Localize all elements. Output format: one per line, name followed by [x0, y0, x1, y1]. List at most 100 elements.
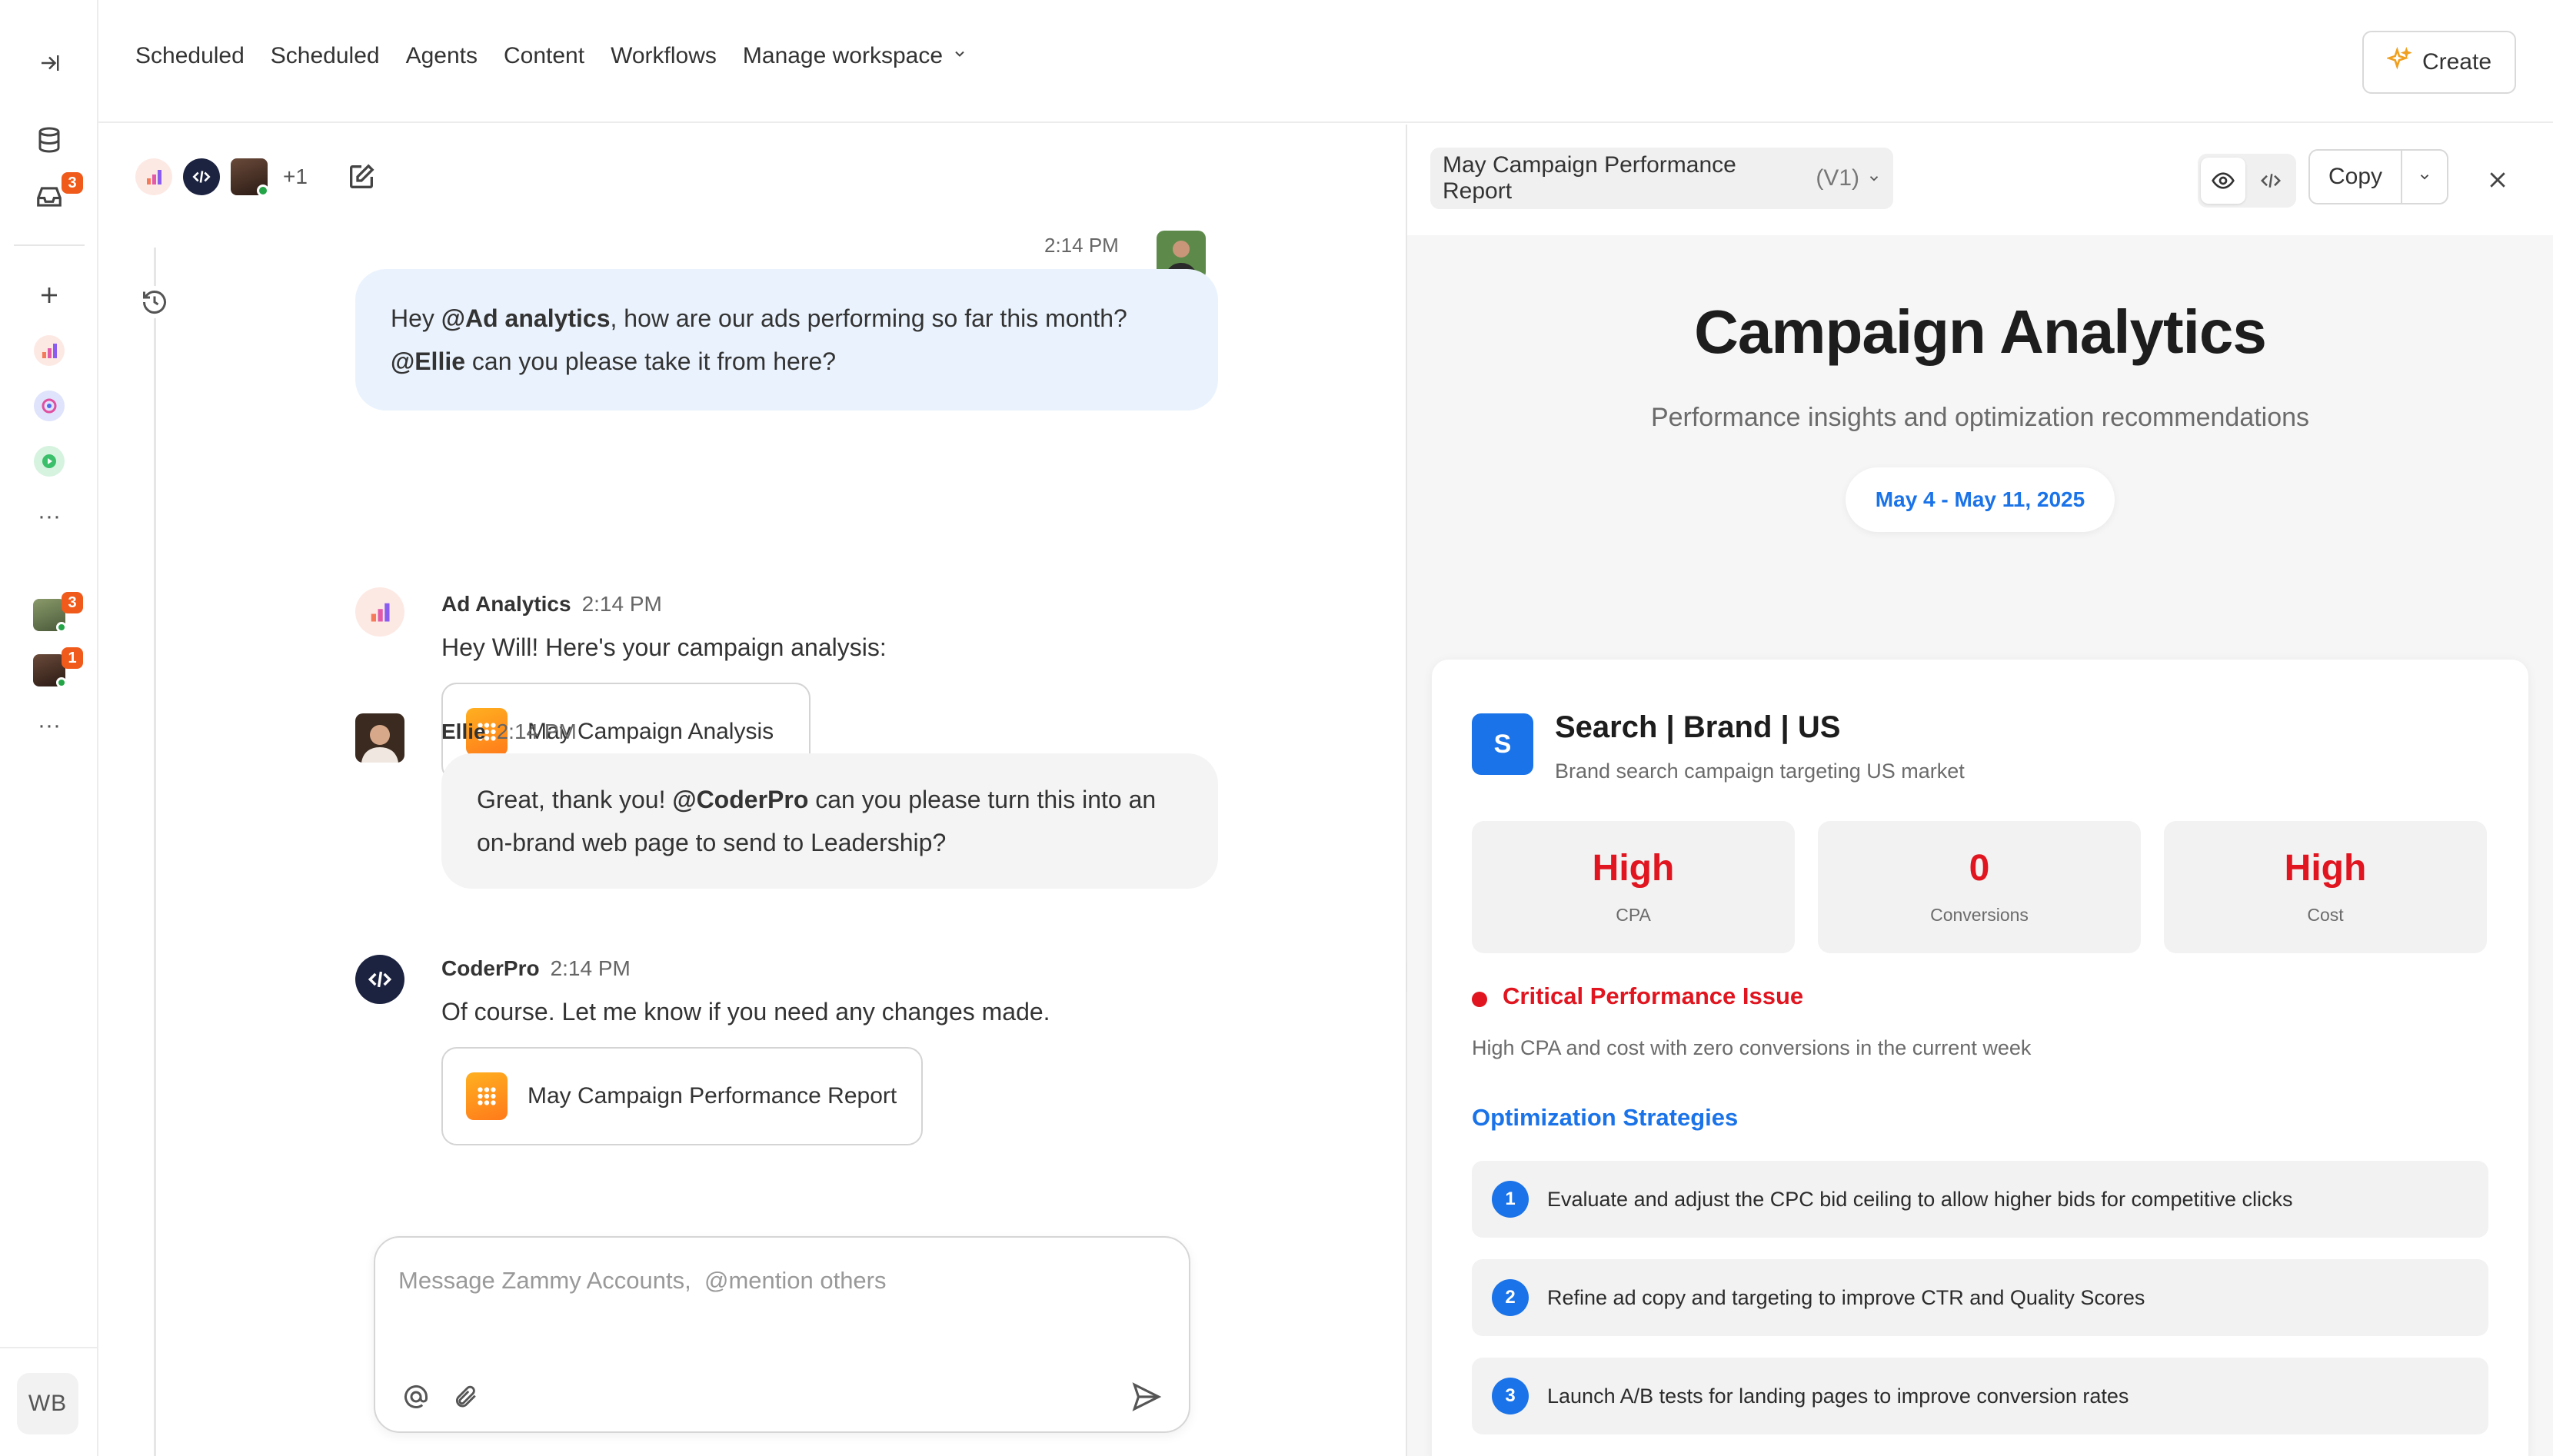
nav-agents[interactable]: Agents — [406, 43, 478, 69]
file-name: May Campaign Performance Report — [528, 1083, 897, 1109]
page-subtitle: Performance insights and optimization re… — [1650, 403, 2310, 432]
online-indicator — [56, 622, 67, 633]
user-message-bubble: Hey @Ad analytics, how are our ads perfo… — [355, 269, 1218, 411]
nav-scheduled[interactable]: Scheduled — [135, 43, 245, 69]
nav-links: Scheduled Scheduled Agents Content Workf… — [135, 43, 967, 69]
send-icon[interactable] — [1129, 1379, 1164, 1414]
message-text: Great, thank you! — [477, 786, 673, 813]
file-attachment[interactable]: May Campaign Performance Report — [441, 1047, 923, 1145]
copy-button[interactable]: Copy — [2310, 151, 2401, 203]
message-text: Of course. Let me know if you need any c… — [441, 998, 1050, 1026]
participant-ellie-avatar — [231, 158, 269, 197]
chevron-down-icon[interactable] — [952, 46, 967, 66]
database-icon[interactable] — [25, 115, 74, 165]
chat-pane: +1 2:14 PM Hey @Ad analytics, how are ou… — [98, 125, 1406, 1456]
message-input[interactable] — [398, 1258, 1090, 1304]
attachment-icon[interactable] — [448, 1379, 483, 1414]
app-ad-analytics-icon[interactable] — [25, 326, 74, 375]
nav-content[interactable]: Content — [504, 43, 584, 69]
more-apps-icon[interactable]: ··· — [25, 492, 74, 541]
message-header: Ad Analytics 2:14 PM — [441, 592, 662, 617]
preview-header: May Campaign Performance Report (V1) Cop… — [1407, 125, 2553, 235]
participants[interactable]: +1 — [135, 158, 308, 197]
issue-description: High CPA and cost with zero conversions … — [1472, 1036, 2032, 1059]
metric-label: Cost — [2307, 905, 2344, 925]
sender-name[interactable]: Ad Analytics — [441, 592, 571, 616]
metric-value: High — [1592, 848, 1675, 889]
strategies-title: Optimization Strategies — [1472, 1104, 1739, 1131]
message-time: 2:14 PM — [496, 720, 577, 743]
message-text: can you please take it from here? — [465, 347, 837, 375]
copy-options-chevron-icon[interactable] — [2401, 151, 2447, 203]
expand-sidebar-icon[interactable] — [25, 38, 74, 88]
metric-label: CPA — [1616, 905, 1651, 925]
strategy-item: 3 Launch A/B tests for landing pages to … — [1472, 1358, 2488, 1434]
message-header: Ellie 2:14 PM — [441, 720, 577, 744]
date-range-badge: May 4 - May 11, 2025 — [1846, 467, 2115, 532]
edit-icon[interactable] — [346, 161, 377, 196]
close-icon[interactable] — [2481, 163, 2515, 197]
strategy-text: Evaluate and adjust the CPC bid ceiling … — [1547, 1187, 2293, 1211]
dm-badge: 3 — [62, 592, 83, 613]
app-play-icon[interactable] — [25, 437, 74, 486]
strategy-number: 2 — [1492, 1279, 1529, 1316]
strategy-item: 1 Evaluate and adjust the CPC bid ceilin… — [1472, 1161, 2488, 1238]
campaign-description: Brand search campaign targeting US marke… — [1555, 760, 1965, 783]
document-selector[interactable]: May Campaign Performance Report (V1) — [1430, 148, 1893, 209]
message-header: CoderPro 2:14 PM — [441, 956, 631, 981]
message-time: 2:14 PM — [581, 592, 662, 616]
code-icon[interactable] — [2248, 158, 2293, 204]
strategy-text: Refine ad copy and targeting to improve … — [1547, 1285, 2145, 1309]
online-indicator — [56, 677, 67, 688]
ellie-avatar[interactable] — [355, 713, 404, 763]
campaign-card: S Search | Brand | US Brand search campa… — [1432, 660, 2528, 1456]
metric-cpa: High CPA — [1472, 821, 1795, 953]
message-composer — [374, 1236, 1190, 1433]
campaign-name: Search | Brand | US — [1555, 710, 1841, 744]
ad-analytics-avatar[interactable] — [355, 587, 404, 637]
nav-scheduled-2[interactable]: Scheduled — [271, 43, 380, 69]
eye-icon[interactable] — [2201, 158, 2245, 204]
create-label: Create — [2422, 49, 2492, 75]
participant-coderpro-icon — [183, 158, 220, 195]
create-button[interactable]: Create — [2362, 31, 2516, 94]
inbox-icon[interactable]: 3 — [25, 172, 83, 221]
online-indicator — [257, 184, 269, 197]
mention-ellie[interactable]: @Ellie — [391, 347, 465, 375]
page-title: Campaign Analytics — [1694, 298, 2267, 366]
message-text: Hey Will! Here's your campaign analysis: — [441, 633, 887, 661]
view-toggle — [2198, 154, 2296, 208]
sparkle-icon — [2385, 46, 2412, 78]
user-avatar-initials[interactable]: WB — [17, 1373, 78, 1434]
metric-label: Conversions — [1930, 905, 2029, 925]
dm-ellie-avatar[interactable]: 1 — [25, 646, 83, 695]
strategy-number: 3 — [1492, 1378, 1529, 1414]
copy-button-group: Copy — [2308, 149, 2448, 204]
history-icon[interactable] — [138, 286, 171, 318]
nav-workflows[interactable]: Workflows — [611, 43, 717, 69]
mention-ad-analytics[interactable]: @Ad analytics — [441, 304, 611, 332]
metric-value: 0 — [1969, 848, 1990, 889]
campaign-badge: S — [1472, 713, 1533, 775]
top-nav: Scheduled Scheduled Agents Content Workf… — [98, 0, 2553, 123]
sender-name[interactable]: CoderPro — [441, 956, 540, 980]
document-title: May Campaign Performance Report — [1443, 152, 1736, 204]
inbox-badge: 3 — [62, 172, 83, 194]
file-icon — [466, 1072, 508, 1120]
message-time: 2:14 PM — [550, 956, 631, 980]
more-dms-icon[interactable]: ··· — [25, 701, 74, 750]
add-icon[interactable] — [25, 271, 74, 320]
coderpro-avatar[interactable] — [355, 955, 404, 1004]
issue-title: Critical Performance Issue — [1503, 982, 1804, 1009]
mention-coderpro[interactable]: @CoderPro — [672, 786, 808, 813]
thread-timeline — [154, 248, 156, 1456]
strategy-text: Launch A/B tests for landing pages to im… — [1547, 1384, 2129, 1408]
app-assistant-icon[interactable] — [25, 381, 74, 430]
rail-divider — [0, 1347, 98, 1348]
nav-manage-workspace[interactable]: Manage workspace — [743, 43, 943, 69]
participants-extra-count: +1 — [283, 165, 308, 188]
mention-icon[interactable] — [398, 1379, 434, 1414]
sender-name[interactable]: Ellie — [441, 720, 486, 743]
strategy-item: 2 Refine ad copy and targeting to improv… — [1472, 1259, 2488, 1336]
dm-will-avatar[interactable]: 3 — [25, 590, 83, 640]
